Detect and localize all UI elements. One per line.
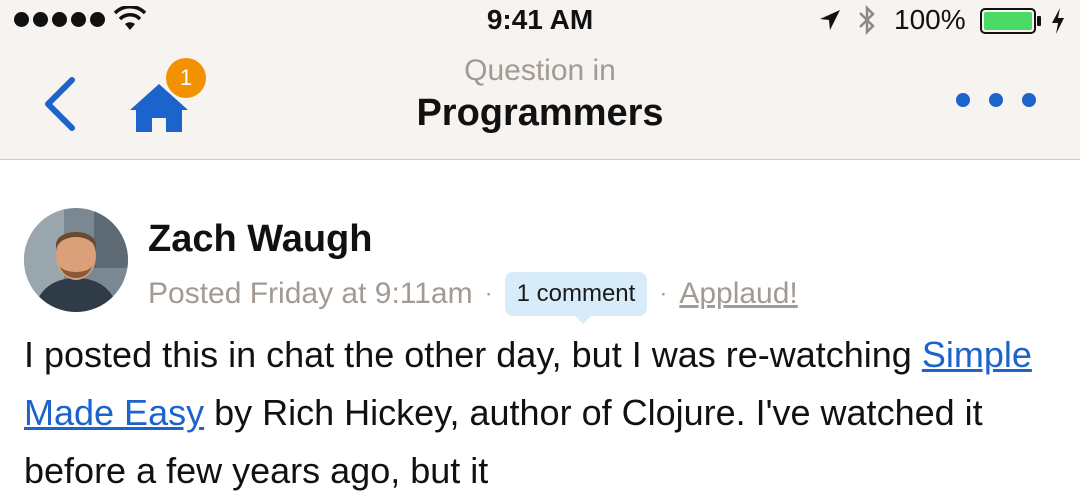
navigation-bar: 1 Question in Programmers: [0, 42, 1080, 160]
author-name[interactable]: Zach Waugh: [148, 218, 372, 261]
meta-separator: ·: [484, 280, 493, 307]
meta-separator: ·: [659, 280, 668, 307]
post-meta: Posted Friday at 9:11am · 1 comment · Ap…: [148, 272, 798, 324]
post-timestamp: Posted Friday at 9:11am: [148, 277, 473, 310]
status-bar: 9:41 AM 100%: [0, 0, 1080, 42]
applaud-link[interactable]: Applaud!: [679, 277, 797, 311]
nav-subtitle: Question in: [464, 54, 616, 87]
comment-count-button[interactable]: 1 comment: [504, 272, 648, 324]
avatar[interactable]: [24, 208, 128, 312]
bluetooth-icon: [859, 4, 875, 36]
charging-icon: [1052, 8, 1064, 34]
post-body-text: I posted this in chat the other day, but…: [24, 334, 922, 375]
location-icon: [820, 10, 840, 30]
battery-icon: [980, 8, 1041, 34]
more-dots-icon[interactable]: [956, 88, 1036, 112]
post-body: I posted this in chat the other day, but…: [24, 326, 1064, 500]
nav-title: Programmers: [416, 92, 664, 134]
battery-percent: 100%: [894, 4, 966, 35]
